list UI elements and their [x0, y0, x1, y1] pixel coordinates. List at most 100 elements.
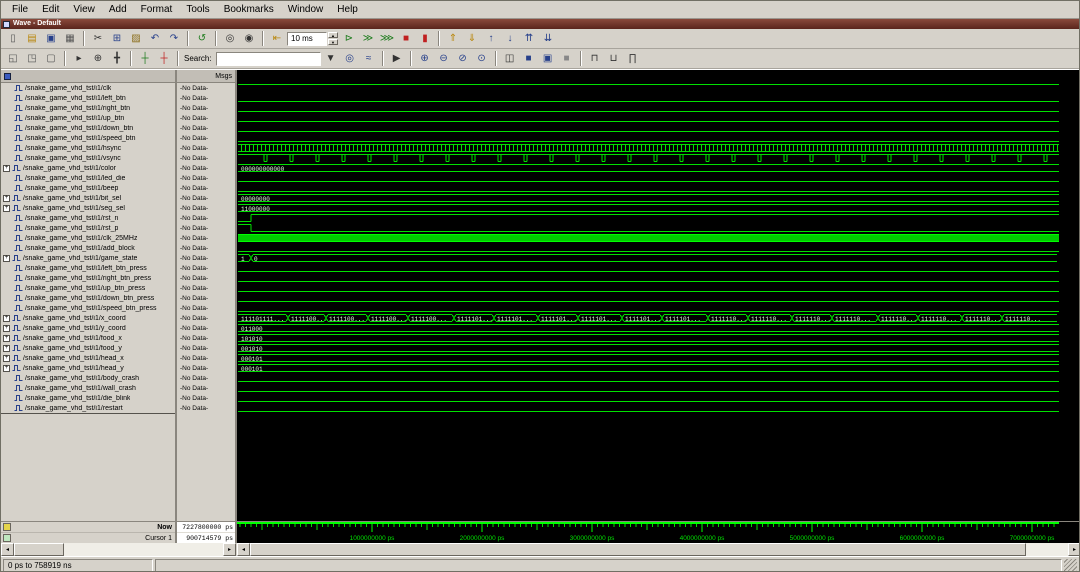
run-length-spinner[interactable]: ▲ ▼	[328, 32, 338, 45]
names-scroll-thumb[interactable]	[14, 543, 64, 556]
cursor-select-button[interactable]: ▶	[388, 50, 406, 67]
signal-row[interactable]: /snake_game_vhd_tst/i1/rst_p	[1, 223, 175, 233]
menu-format[interactable]: Format	[134, 2, 180, 17]
menu-tools[interactable]: Tools	[179, 2, 216, 17]
signal-row[interactable]: /snake_game_vhd_tst/i1/right_btn	[1, 103, 175, 113]
signal-row[interactable]: /snake_game_vhd_tst/i1/right_btn_press	[1, 273, 175, 283]
break-button[interactable]: ■	[397, 30, 415, 47]
signal-row[interactable]: /snake_game_vhd_tst/i1/down_btn	[1, 123, 175, 133]
zoom-full-button[interactable]: ⊘	[454, 50, 472, 67]
wave-title-bar[interactable]: Wave - Default	[1, 19, 1079, 29]
menu-add[interactable]: Add	[102, 2, 134, 17]
signal-row[interactable]: /snake_game_vhd_tst/i1/body_crash	[1, 373, 175, 383]
signal-row[interactable]: /snake_game_vhd_tst/i1/wall_crash	[1, 383, 175, 393]
signal-row[interactable]: /snake_game_vhd_tst/i1/left_btn_press	[1, 263, 175, 273]
signal-row[interactable]: + /snake_game_vhd_tst/i1/head_y	[1, 363, 175, 373]
signal-row[interactable]: + /snake_game_vhd_tst/i1/bit_sel	[1, 193, 175, 203]
move-top-button[interactable]: ⇈	[520, 30, 538, 47]
signal-row[interactable]: /snake_game_vhd_tst/i1/restart	[1, 403, 175, 413]
expander-icon[interactable]: +	[3, 194, 10, 202]
scroll-left-icon[interactable]: ◂	[1, 543, 14, 556]
undo-button[interactable]: ↶	[146, 30, 164, 47]
signal-row[interactable]: /snake_game_vhd_tst/i1/rst_n	[1, 213, 175, 223]
redo-button[interactable]: ↷	[165, 30, 183, 47]
menu-window[interactable]: Window	[281, 2, 331, 17]
prev-edge-button[interactable]: ⇑	[444, 30, 462, 47]
spin-down-icon[interactable]: ▼	[328, 39, 338, 45]
zoom-in-button[interactable]: ⊕	[416, 50, 434, 67]
signal-row[interactable]: /snake_game_vhd_tst/i1/up_btn	[1, 113, 175, 123]
signal-row[interactable]: + /snake_game_vhd_tst/i1/color	[1, 163, 175, 173]
signal-row[interactable]: /snake_game_vhd_tst/i1/hsync	[1, 143, 175, 153]
names-hscrollbar[interactable]: ◂ ▸	[1, 543, 236, 556]
signal-row[interactable]: /snake_game_vhd_tst/i1/add_block	[1, 243, 175, 253]
signal-row[interactable]: + /snake_game_vhd_tst/i1/x_coord	[1, 313, 175, 323]
expander-icon[interactable]: +	[3, 324, 10, 332]
signal-row[interactable]: /snake_game_vhd_tst/i1/die_blink	[1, 393, 175, 403]
delete-cursor-button[interactable]: ┼	[155, 50, 173, 67]
now-marker-icon[interactable]	[3, 523, 11, 531]
signal-row[interactable]: /snake_game_vhd_tst/i1/speed_btn_press	[1, 303, 175, 313]
signal-row[interactable]: + /snake_game_vhd_tst/i1/food_x	[1, 333, 175, 343]
select-mode-button[interactable]: ▸	[70, 50, 88, 67]
move-bottom-button[interactable]: ⇊	[539, 30, 557, 47]
expander-icon[interactable]: +	[3, 204, 10, 212]
run-button[interactable]: ⊳	[340, 30, 358, 47]
search-input[interactable]	[215, 51, 321, 66]
find-button[interactable]: ◎	[221, 30, 239, 47]
expander-icon[interactable]: +	[3, 314, 10, 322]
wave-scroll-thumb[interactable]	[250, 543, 1026, 556]
pane-expand-button[interactable]: ▣	[539, 50, 557, 67]
next-edge-button[interactable]: ⇓	[463, 30, 481, 47]
waveform-canvas[interactable]: 000000000000 00000000 11000000 1 0 111101111.…	[237, 70, 1079, 522]
signal-row[interactable]: + /snake_game_vhd_tst/i1/game_state	[1, 253, 175, 263]
run-length-input[interactable]	[287, 31, 327, 46]
signal-row[interactable]: + /snake_game_vhd_tst/i1/y_coord	[1, 323, 175, 333]
add-cursor-button[interactable]: ┼	[136, 50, 154, 67]
search-find-button[interactable]: ◎	[341, 50, 359, 67]
find-next-button[interactable]: ◉	[240, 30, 258, 47]
scroll-right-icon[interactable]: ▸	[223, 543, 236, 556]
edge-rise-button[interactable]: ⊓	[586, 50, 604, 67]
print-button[interactable]: ▦	[61, 30, 79, 47]
move-down-button[interactable]: ↓	[501, 30, 519, 47]
zoom-range-button[interactable]: ⊙	[473, 50, 491, 67]
dock-pane-button[interactable]: ◱	[4, 50, 22, 67]
signal-row[interactable]: + /snake_game_vhd_tst/i1/head_x	[1, 353, 175, 363]
signal-row[interactable]: /snake_game_vhd_tst/i1/up_btn_press	[1, 283, 175, 293]
pane-solid-button[interactable]: ■	[520, 50, 538, 67]
new-file-button[interactable]: ▯	[4, 30, 22, 47]
resize-grip[interactable]	[1064, 558, 1077, 571]
open-file-button[interactable]: ▤	[23, 30, 41, 47]
menu-edit[interactable]: Edit	[35, 2, 66, 17]
spin-up-icon[interactable]: ▲	[328, 32, 338, 38]
copy-button[interactable]: ⊞	[108, 30, 126, 47]
continue-run-button[interactable]: ≫	[359, 30, 377, 47]
timeline-ruler[interactable]: 1000000000 ps 2000000000 ps 3000000000 ps 4…	[237, 522, 1079, 544]
wave-scroll-left-icon[interactable]: ◂	[237, 543, 250, 556]
menu-view[interactable]: View	[66, 2, 102, 17]
undock-pane-button[interactable]: ◳	[23, 50, 41, 67]
signal-row[interactable]: /snake_game_vhd_tst/i1/down_btn_press	[1, 293, 175, 303]
signal-row[interactable]: /snake_game_vhd_tst/i1/clk	[1, 83, 175, 93]
wave-hscrollbar[interactable]: ◂ ▸	[237, 543, 1079, 556]
signal-row[interactable]: /snake_game_vhd_tst/i1/beep	[1, 183, 175, 193]
expander-icon[interactable]: +	[3, 334, 10, 342]
move-up-button[interactable]: ↑	[482, 30, 500, 47]
wave-scroll-right-icon[interactable]: ▸	[1068, 543, 1079, 556]
pane-split-button[interactable]: ◫	[501, 50, 519, 67]
run-all-button[interactable]: ⋙	[378, 30, 396, 47]
signal-row[interactable]: /snake_game_vhd_tst/i1/speed_btn	[1, 133, 175, 143]
pane-gray-button[interactable]: ■	[558, 50, 576, 67]
expander-icon[interactable]: +	[3, 164, 10, 172]
expander-icon[interactable]: +	[3, 364, 10, 372]
expander-icon[interactable]: +	[3, 344, 10, 352]
menu-help[interactable]: Help	[330, 2, 365, 17]
expander-icon[interactable]: +	[3, 254, 10, 262]
edge-pulse-button[interactable]: ∏	[624, 50, 642, 67]
signal-row[interactable]: /snake_game_vhd_tst/i1/vsync	[1, 153, 175, 163]
zoom-window-button[interactable]: ▢	[42, 50, 60, 67]
zoom-mode-button[interactable]: ⊕	[89, 50, 107, 67]
edge-fall-button[interactable]: ⊔	[605, 50, 623, 67]
search-dropdown-button[interactable]: ▼	[322, 50, 340, 67]
